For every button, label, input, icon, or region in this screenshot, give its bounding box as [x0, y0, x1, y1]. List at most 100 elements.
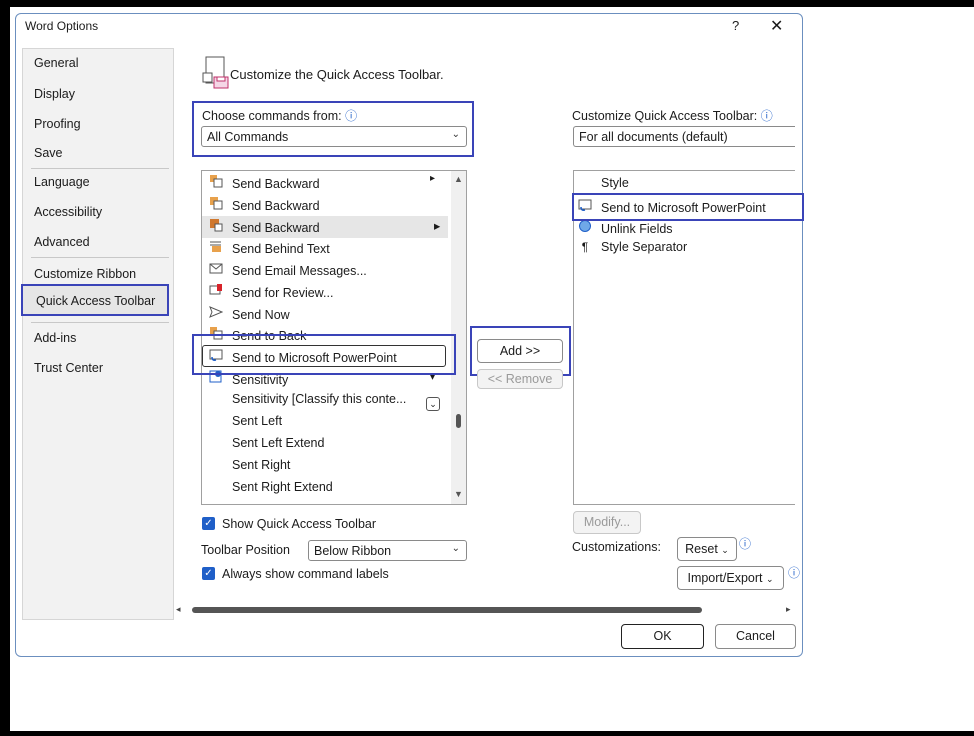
nav-item-language[interactable]: Language	[34, 175, 90, 189]
add-button[interactable]: Add >>	[477, 339, 563, 363]
screen-border-bottom	[0, 731, 974, 736]
nav-item-general[interactable]: General	[34, 56, 78, 70]
email-icon	[208, 261, 224, 278]
selected-command-focus	[202, 345, 446, 367]
chevron-down-icon: ⌄	[721, 545, 729, 555]
nav-item-quick-access-toolbar[interactable]: Quick Access Toolbar	[21, 284, 169, 316]
scroll-left-icon[interactable]: ◂	[176, 604, 181, 615]
list-item[interactable]: Send Backward	[208, 196, 320, 216]
nav-item-accessibility[interactable]: Accessibility	[34, 205, 102, 219]
customize-toolbar-label: Customize Quick Access Toolbar: ⓘ	[572, 107, 773, 124]
import-export-button[interactable]: Import/Export ⌄	[677, 566, 784, 590]
reset-button[interactable]: Reset ⌄	[677, 537, 737, 561]
dialog-title: Word Options	[25, 19, 99, 33]
dropdown-control-icon: ⌄	[426, 397, 440, 411]
info-icon[interactable]: ⓘ	[345, 109, 357, 123]
command-label: Send Backward	[232, 199, 320, 213]
choose-commands-select[interactable]: All Commands ⌄	[201, 126, 467, 147]
chevron-down-icon: ⌄	[451, 129, 460, 140]
modify-button[interactable]: Modify...	[573, 511, 641, 534]
info-icon[interactable]: ⓘ	[739, 535, 751, 552]
command-label: Send Now	[232, 308, 290, 322]
submenu-arrow-icon: ▸	[430, 173, 436, 184]
list-item[interactable]: Sent Right	[208, 458, 290, 478]
scroll-down-icon[interactable]: ▼	[454, 489, 463, 499]
close-button[interactable]: ✕	[770, 16, 783, 36]
scroll-right-icon[interactable]: ▸	[786, 604, 791, 615]
customize-toolbar-value: For all documents (default)	[579, 130, 728, 144]
scroll-up-icon[interactable]: ▲	[454, 174, 463, 184]
send-backward-icon	[208, 218, 224, 235]
info-icon[interactable]: ⓘ	[761, 109, 773, 123]
always-show-labels-checkbox[interactable]: ✓	[202, 567, 215, 580]
command-label: Send Backward	[232, 221, 320, 235]
command-label: Send Behind Text	[232, 242, 330, 256]
ok-button[interactable]: OK	[621, 624, 704, 649]
list-item[interactable]: Send for Review...	[208, 283, 333, 303]
chevron-down-icon: ⌄	[451, 543, 460, 554]
always-show-labels-label: Always show command labels	[222, 567, 389, 581]
horizontal-scroll-thumb[interactable]	[192, 607, 702, 613]
chevron-down-icon: ⌄	[765, 574, 774, 584]
nav-item-display[interactable]: Display	[34, 87, 75, 101]
nav-item-trust-center[interactable]: Trust Center	[34, 361, 103, 375]
command-label: Sent Right Extend	[232, 480, 333, 494]
screen-border-top	[0, 0, 974, 7]
command-label: Sensitivity	[232, 373, 289, 387]
list-item[interactable]: ¶ Style Separator	[577, 240, 687, 260]
submenu-arrow-icon: ▸	[434, 219, 441, 233]
toolbar-item-label: Style Separator	[601, 240, 688, 254]
list-item[interactable]: Send Backward	[208, 174, 320, 194]
command-label: Send Backward	[232, 177, 320, 191]
show-toolbar-checkbox[interactable]: ✓	[202, 517, 215, 530]
nav-divider	[31, 257, 169, 258]
list-item[interactable]: Send Behind Text	[208, 239, 330, 259]
reset-label: Reset	[685, 542, 718, 556]
toolbar-position-value: Below Ribbon	[314, 544, 392, 558]
toolbar-position-select[interactable]: Below Ribbon ⌄	[308, 540, 467, 561]
list-item[interactable]: Sent Right Extend	[208, 480, 333, 500]
word-options-dialog: Word Options ? ✕ General Display Proofin…	[15, 13, 804, 657]
command-label: Sent Left Extend	[232, 436, 325, 450]
cancel-button[interactable]: Cancel	[715, 624, 796, 649]
command-label: Sent Right	[232, 458, 291, 472]
show-toolbar-label: Show Quick Access Toolbar	[222, 517, 377, 531]
toolbar-item-label: Unlink Fields	[601, 222, 673, 236]
list-item[interactable]: Sensitivity [Classify this conte...	[208, 392, 406, 412]
nav-item-proofing[interactable]: Proofing	[34, 117, 81, 131]
toolbar-position-label: Toolbar Position	[201, 543, 290, 557]
customize-toolbar-text: Customize Quick Access Toolbar:	[572, 109, 758, 123]
list-item[interactable]: Unlink Fields	[577, 219, 673, 239]
horizontal-scrollbar[interactable]: ◂ ▸	[176, 604, 796, 616]
list-item-selected[interactable]: Send Backward ▸	[202, 216, 448, 238]
send-backward-icon	[208, 196, 224, 213]
list-item[interactable]: Sent Left	[208, 414, 282, 434]
behind-text-icon	[208, 239, 224, 256]
command-label: Sensitivity [Classify this conte...	[232, 392, 407, 406]
customize-toolbar-select[interactable]: For all documents (default)	[573, 126, 795, 147]
nav-item-save[interactable]: Save	[34, 146, 63, 160]
review-icon	[208, 283, 224, 300]
nav-item-add-ins[interactable]: Add-ins	[34, 331, 76, 345]
unlink-fields-icon	[577, 219, 593, 236]
nav-divider	[31, 168, 169, 169]
remove-button[interactable]: << Remove	[477, 369, 563, 389]
list-item[interactable]: Send Email Messages...	[208, 261, 367, 281]
screen-border-left	[0, 0, 10, 736]
nav-item-customize-ribbon[interactable]: Customize Ribbon	[34, 267, 136, 281]
info-icon[interactable]: ⓘ	[788, 564, 800, 581]
added-item-highlight	[572, 193, 804, 221]
choose-commands-value: All Commands	[207, 130, 289, 144]
list-item[interactable]: Send Now	[208, 305, 290, 325]
command-label: Send Email Messages...	[232, 264, 367, 278]
scroll-thumb[interactable]	[456, 414, 461, 428]
pilcrow-icon: ¶	[581, 240, 589, 254]
page-header: Customize the Quick Access Toolbar.	[230, 67, 444, 82]
send-now-icon	[208, 305, 224, 322]
quick-access-toolbar-icon	[202, 55, 230, 92]
nav-item-advanced[interactable]: Advanced	[34, 235, 90, 249]
list-item[interactable]: Sent Left Extend	[208, 436, 324, 456]
command-label: Sent Left	[232, 414, 283, 428]
choose-commands-text: Choose commands from:	[202, 109, 342, 123]
help-button[interactable]: ?	[732, 18, 739, 33]
